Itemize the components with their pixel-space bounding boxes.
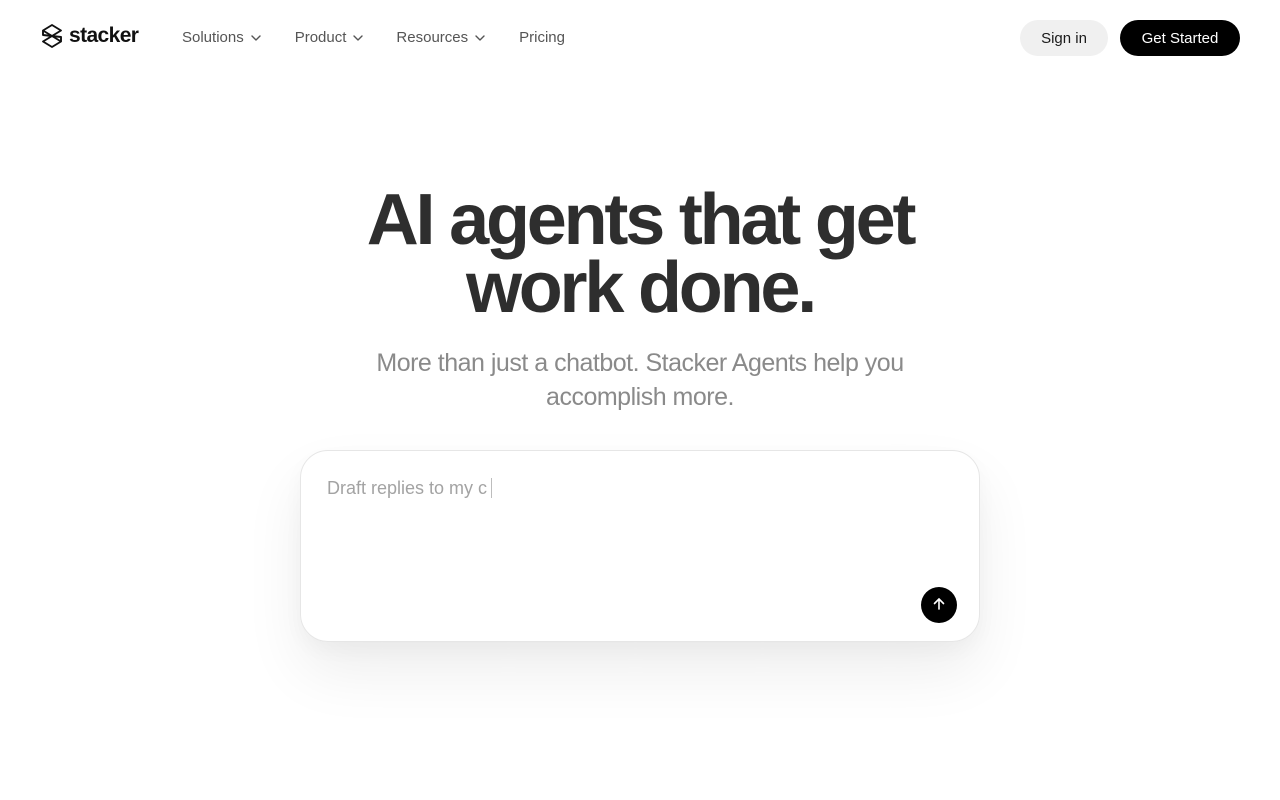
stacker-logo-icon bbox=[40, 23, 64, 49]
hero-subtitle-line-1: More than just a chatbot. Stacker Agents… bbox=[376, 349, 904, 377]
send-button[interactable] bbox=[921, 587, 957, 623]
site-header: stacker Solutions Product Resources Pric… bbox=[0, 0, 1280, 76]
nav-item-solutions[interactable]: Solutions bbox=[182, 27, 261, 49]
nav-item-pricing[interactable]: Pricing bbox=[519, 27, 565, 49]
prompt-typed-text: Draft replies to my c bbox=[327, 478, 488, 498]
brand-logo[interactable]: stacker bbox=[40, 23, 139, 49]
arrow-up-icon bbox=[932, 597, 946, 614]
nav-item-resources[interactable]: Resources bbox=[396, 27, 485, 49]
nav-item-label: Solutions bbox=[182, 29, 244, 46]
hero-subtitle-line-2: accomplish more. bbox=[546, 383, 734, 411]
chevron-down-icon bbox=[475, 35, 485, 41]
prompt-input[interactable]: Draft replies to my c bbox=[327, 475, 887, 501]
hero-title: AI agents that get work done. bbox=[0, 184, 1280, 324]
nav-item-product[interactable]: Product bbox=[295, 27, 364, 49]
nav-item-label: Resources bbox=[396, 29, 469, 46]
main-nav: Solutions Product Resources Pricing bbox=[182, 27, 565, 49]
text-caret bbox=[491, 478, 493, 498]
nav-item-label: Pricing bbox=[519, 29, 565, 46]
prompt-box[interactable]: Draft replies to my c bbox=[300, 450, 980, 642]
hero-title-line-2: work done. bbox=[465, 248, 817, 328]
brand-name: stacker bbox=[69, 24, 139, 47]
hero-subtitle: More than just a chatbot. Stacker Agents… bbox=[340, 346, 940, 414]
chevron-down-icon bbox=[251, 35, 261, 41]
nav-item-label: Product bbox=[294, 29, 347, 46]
sign-in-button[interactable]: Sign in bbox=[1020, 20, 1108, 56]
get-started-button[interactable]: Get Started bbox=[1120, 20, 1240, 56]
chevron-down-icon bbox=[353, 35, 364, 41]
